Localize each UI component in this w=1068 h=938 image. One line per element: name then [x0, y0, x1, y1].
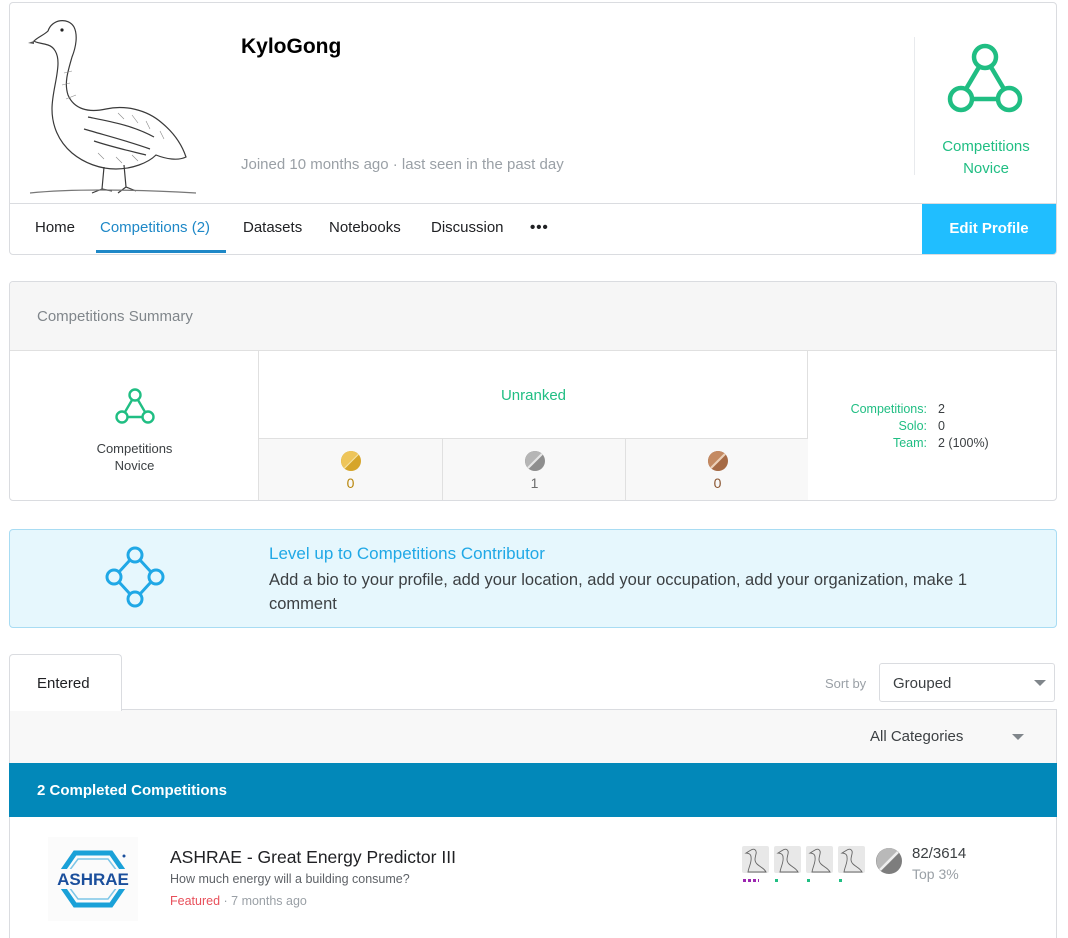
category-value: All Categories [870, 728, 964, 745]
tier-panel: Competitions Novice [10, 351, 259, 500]
tier-category: Competitions [942, 138, 1030, 155]
chevron-down-icon [1012, 734, 1024, 740]
sort-value: Grouped [893, 675, 952, 692]
tier-level: Novice [114, 458, 155, 473]
tier-dot [807, 879, 810, 882]
tab-datasets[interactable]: Datasets [243, 204, 302, 254]
bronze-count: 0 [713, 475, 722, 491]
joined-text: Joined 10 months ago · last seen in the … [241, 156, 564, 173]
featured-tag: Featured [170, 894, 221, 908]
tier-dot [775, 879, 778, 882]
tier-label: Competitions Novice [10, 440, 259, 474]
avatar[interactable] [28, 13, 198, 199]
stat-value: 0 [938, 419, 945, 433]
stat-label: Solo: [898, 419, 928, 433]
bronze-medal-icon [708, 451, 728, 471]
active-tab-indicator [96, 250, 226, 253]
contributor-tier-icon [105, 546, 165, 608]
logo-text: ASHRAE [57, 870, 129, 889]
level-up-title[interactable]: Level up to Competitions Contributor [269, 544, 545, 564]
competition-percentile: Top 3% [912, 866, 959, 882]
tier-dot [743, 879, 759, 882]
tab-entered-label: Entered [37, 675, 90, 692]
sort-dropdown[interactable]: Grouped [879, 663, 1055, 702]
tier-level: Novice [963, 160, 1009, 177]
tab-home[interactable]: Home [35, 204, 75, 254]
stat-label: Competitions: [850, 402, 927, 416]
chevron-down-icon [1034, 680, 1046, 686]
goose-icon [776, 848, 799, 873]
silver-medal-icon [525, 451, 545, 471]
competitions-tier-icon [947, 43, 1023, 113]
summary-header: Competitions Summary [10, 282, 1056, 351]
team-member-avatar[interactable] [742, 846, 769, 873]
group-header: 2 Completed Competitions [9, 763, 1057, 817]
competition-meta: Featured · 7 months ago [170, 894, 307, 908]
category-dropdown[interactable]: All Categories [870, 722, 1030, 752]
stat-solo: Solo: 0 [808, 419, 1056, 436]
competitions-summary: Competitions Summary Competitions Novice… [9, 281, 1057, 501]
team-member-avatar[interactable] [774, 846, 801, 873]
edit-profile-button[interactable]: Edit Profile [922, 204, 1056, 254]
profile-nav: Home Competitions (2) Datasets Notebooks… [10, 204, 1056, 254]
competition-subtitle: How much energy will a building consume? [170, 872, 410, 886]
goose-icon [808, 848, 831, 873]
gold-count: 0 [346, 475, 355, 491]
stat-team: Team: 2 (100%) [808, 436, 1056, 453]
rank-status: Unranked [500, 387, 567, 404]
competition-rank: 82/3614 [912, 845, 967, 862]
team-member-avatar[interactable] [806, 846, 833, 873]
competition-time: · 7 months ago [220, 894, 307, 908]
tab-competitions[interactable]: Competitions (2) [100, 204, 210, 254]
competition-title[interactable]: ASHRAE - Great Energy Predictor III [170, 847, 456, 868]
tier-label: Competitions Novice [915, 136, 1056, 180]
stat-competitions: Competitions: 2 [808, 402, 1056, 419]
stat-label: Team: [892, 436, 927, 450]
ashrae-logo: ASHRAE [48, 837, 138, 921]
silver-medal-icon [876, 848, 902, 874]
ranking-panel: Unranked 0 1 0 [259, 351, 808, 500]
gold-medal-cell: 0 [259, 439, 442, 500]
level-up-description: Add a bio to your profile, add your loca… [269, 571, 968, 613]
medals-row: 0 1 0 [259, 438, 808, 500]
goose-icon [840, 848, 863, 873]
competition-stats: Competitions: 2 Solo: 0 Team: 2 (100%) [808, 351, 1056, 500]
tab-notebooks[interactable]: Notebooks [329, 204, 401, 254]
more-icon[interactable]: ••• [530, 204, 549, 254]
stat-value: 2 (100%) [938, 436, 989, 450]
tab-discussion[interactable]: Discussion [431, 204, 504, 254]
username: KyloGong [241, 35, 342, 58]
silver-count: 1 [530, 475, 539, 491]
tab-entered[interactable]: Entered [9, 654, 122, 711]
level-up-banner: Level up to Competitions Contributor Add… [9, 529, 1057, 628]
tier-dot [839, 879, 842, 882]
filter-bar: All Categories [9, 709, 1057, 763]
gold-medal-icon [341, 451, 361, 471]
profile-header: KyloGong Joined 10 months ago · last see… [9, 2, 1057, 255]
sort-label: Sort by [825, 676, 867, 691]
summary-title: Competitions Summary [37, 308, 193, 325]
bronze-medal-cell: 0 [625, 439, 808, 500]
competitions-tier-icon [115, 388, 155, 424]
stat-value: 2 [938, 402, 945, 416]
tier-category: Competitions [96, 441, 173, 456]
team-member-avatar[interactable] [838, 846, 865, 873]
goose-icon [744, 848, 767, 873]
competition-row[interactable]: ASHRAE ASHRAE - Great Energy Predictor I… [9, 817, 1057, 938]
group-header-label: 2 Completed Competitions [37, 782, 228, 799]
silver-medal-cell: 1 [442, 439, 625, 500]
